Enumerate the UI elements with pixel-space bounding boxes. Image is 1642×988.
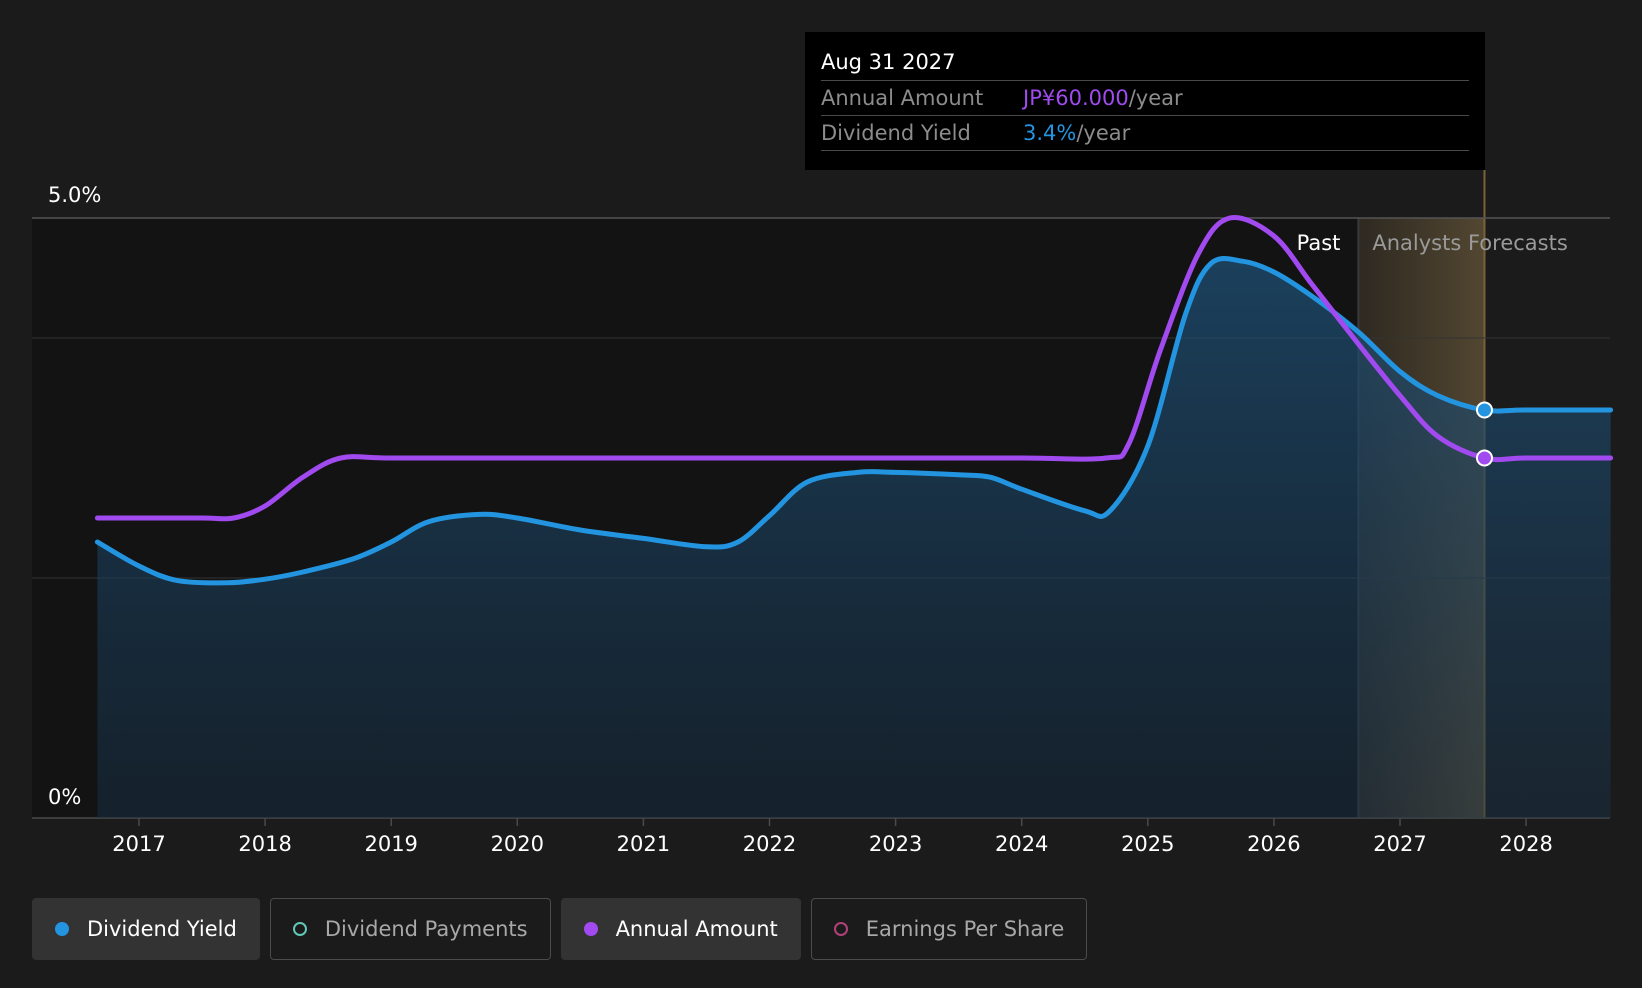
legend-earnings-per-share[interactable]: Earnings Per Share [810, 898, 1088, 960]
x-tick-label: 2028 [1499, 832, 1552, 856]
legend-dividend-payments[interactable]: Dividend Payments [269, 898, 551, 960]
x-tick-label: 2020 [491, 832, 544, 856]
chart-legend: Dividend Yield Dividend Payments Annual … [32, 898, 1088, 960]
dividend-yield-marker [1475, 401, 1493, 419]
annual-amount-marker [1475, 449, 1493, 467]
dividend-payments-ring-icon [292, 922, 307, 936]
legend-annual-amount-label: Annual Amount [615, 917, 778, 941]
legend-earnings-per-share-label: Earnings Per Share [865, 917, 1065, 941]
x-tick-label: 2018 [238, 832, 291, 856]
x-tick-label: 2026 [1247, 832, 1300, 856]
x-tick-label: 2023 [869, 832, 922, 856]
annual-amount-dot-icon [583, 922, 598, 936]
x-tick-label: 2017 [112, 832, 165, 856]
tooltip-annual-amount-label: Annual Amount [821, 86, 984, 110]
tooltip-dividend-yield-value: 3.4% [1023, 121, 1077, 145]
dividend-yield-dot-icon [55, 922, 69, 936]
y-tick-label: 5.0% [48, 183, 101, 207]
legend-dividend-yield[interactable]: Dividend Yield [32, 898, 260, 960]
legend-dividend-yield-label: Dividend Yield [87, 917, 237, 941]
legend-dividend-payments-label: Dividend Payments [324, 917, 528, 941]
x-tick-label: 2027 [1373, 832, 1426, 856]
tooltip-annual-amount-value: JP¥60.000 [1023, 86, 1129, 110]
tooltip-row-annual-amount: Annual Amount JP¥60.000 /year [821, 81, 1469, 116]
x-tick-label: 2021 [617, 832, 670, 856]
x-tick-label: 2025 [1121, 832, 1174, 856]
x-tick-label: 2019 [364, 832, 417, 856]
tooltip-date: Aug 31 2027 [821, 46, 1469, 81]
tooltip-dividend-yield-label: Dividend Yield [821, 121, 971, 145]
legend-annual-amount[interactable]: Annual Amount [560, 898, 801, 960]
past-region-label: Past [1297, 231, 1341, 255]
forecast-region-label: Analysts Forecasts [1372, 231, 1567, 255]
tooltip-dividend-yield-unit: /year [1076, 121, 1131, 145]
tooltip-annual-amount-unit: /year [1128, 86, 1183, 110]
x-tick-label: 2024 [995, 832, 1048, 856]
earnings-per-share-ring-icon [833, 922, 848, 936]
x-tick-label: 2022 [743, 832, 796, 856]
hover-tooltip: Aug 31 2027 Annual Amount JP¥60.000 /yea… [805, 32, 1485, 170]
tooltip-row-dividend-yield: Dividend Yield 3.4% /year [821, 116, 1469, 151]
y-tick-label: 0% [48, 785, 81, 809]
